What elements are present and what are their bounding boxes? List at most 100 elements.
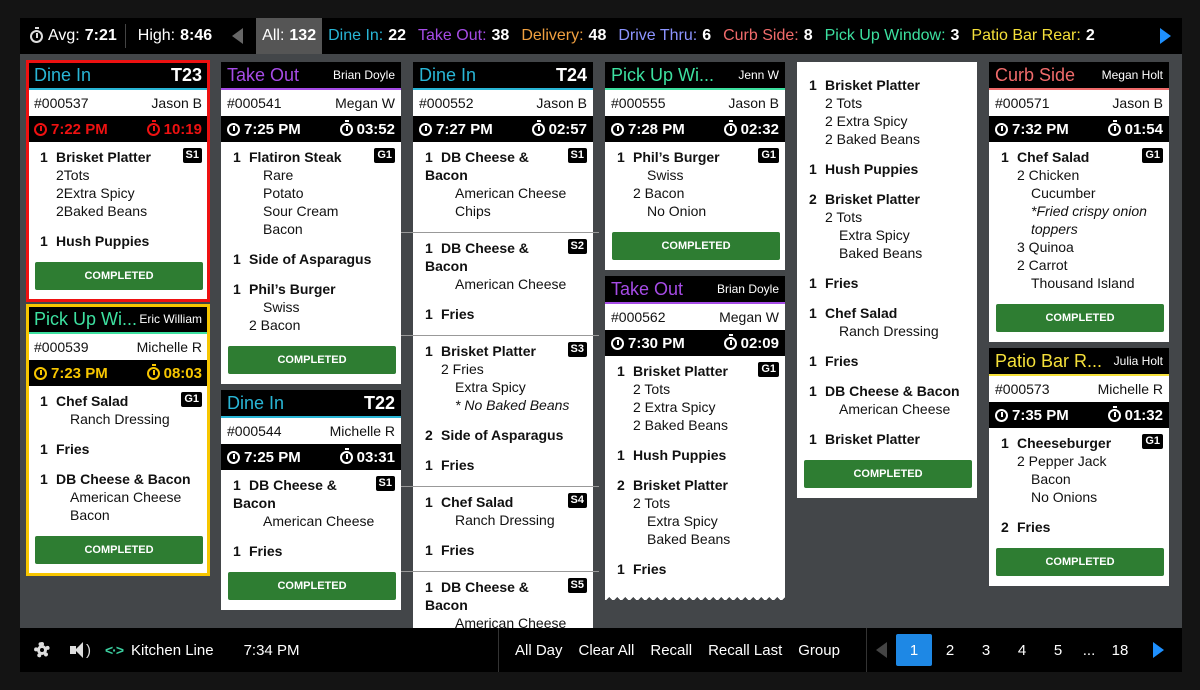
order-ticket[interactable]: Take Out Brian Doyle #000541 Megan W 7:25 PM… (221, 62, 401, 384)
order-time-row: 7:22 PM 10:19 (28, 116, 208, 142)
item-name: DB Cheese & Bacon (56, 471, 191, 487)
page-18[interactable]: 18 (1102, 634, 1138, 666)
item-qty: 1 (425, 457, 433, 473)
item-qty: 1 (617, 149, 625, 165)
clear-all-button[interactable]: Clear All (579, 642, 635, 659)
order-time: 7:32 PM (995, 121, 1069, 138)
gear-icon[interactable] (32, 640, 52, 660)
filters-prev-button[interactable] (218, 28, 256, 44)
filter-patio-bar-rear[interactable]: Patio Bar Rear: 2 (965, 18, 1100, 54)
item-modifier: 2 Bacon (249, 317, 301, 333)
item-qty: 1 (233, 251, 241, 267)
page-3[interactable]: 3 (968, 634, 1004, 666)
order-ticket[interactable]: Dine In T22 #000544 Michelle R 7:25 PM 03:31 1… (221, 390, 401, 610)
filters-next-button[interactable] (1148, 18, 1182, 54)
item-line: 1 DB Cheese & Bacon S1 (233, 476, 395, 512)
item-qty: 1 (809, 305, 817, 321)
order-item: 1 Cheeseburger G1 2 Pepper Jack Bacon No Onio… (1001, 434, 1163, 506)
ticket-torn-edge (605, 594, 785, 600)
order-ticket[interactable]: 1 Brisket Platter 2 Tots 2 Extra Spicy 2 Bak… (797, 62, 977, 498)
ticket-header: Patio Bar R... Julia Holt (989, 348, 1169, 376)
filter-label: Dine In: (328, 27, 384, 44)
item-title: 1 Side of Asparagus (233, 250, 371, 268)
order-ticket[interactable]: Pick Up Wi... Eric William #000539 Michelle… (26, 304, 210, 576)
order-ticket[interactable]: Patio Bar R... Julia Holt #000573 Michelle … (989, 348, 1169, 586)
order-info-row: #000562 Megan W (605, 304, 785, 330)
order-ticket[interactable]: Curb Side Megan Holt #000571 Jason B 7:32 PM… (989, 62, 1169, 342)
filter-take-out[interactable]: Take Out: 38 (412, 18, 515, 54)
item-name: Chef Salad (1017, 149, 1090, 165)
item-title: 1 Brisket Platter (617, 362, 728, 380)
item-name: Hush Puppies (633, 447, 727, 463)
order-item: 1 Brisket Platter G1 2 Tots 2 Extra Spicy 2 B… (617, 362, 779, 434)
item-modifier: Rare (263, 167, 294, 183)
completed-button[interactable]: COMPLETED (228, 346, 396, 374)
order-item: 1 Phil’s Burger Swiss 2 Bacon (233, 280, 395, 334)
order-time-row: 7:35 PM 01:32 (989, 402, 1169, 428)
order-item: 1 Chef Salad S4 Ranch Dressing (425, 493, 587, 529)
item-name: DB Cheese & Bacon (233, 477, 337, 511)
order-time: 7:27 PM (419, 121, 493, 138)
clock-icon (995, 122, 1008, 136)
filter-drive-thru[interactable]: Drive Thru: 6 (612, 18, 717, 54)
filter-pick-up-window[interactable]: Pick Up Window: 3 (819, 18, 966, 54)
filter-all[interactable]: All: 132 (256, 18, 323, 54)
completed-button[interactable]: COMPLETED (35, 262, 203, 290)
filter-dine-in[interactable]: Dine In: 22 (322, 18, 412, 54)
timer-icon (339, 119, 353, 136)
ticket-body: 1 Phil’s Burger G1 Swiss 2 Bacon No Onion COMP… (605, 142, 785, 270)
item-qty: 1 (40, 233, 48, 249)
item-name: Chef Salad (441, 494, 514, 510)
page-1[interactable]: 1 (896, 634, 932, 666)
item-name: Fries (249, 543, 283, 559)
item-title: 2 Side of Asparagus (425, 426, 563, 444)
item-name: Brisket Platter (825, 191, 920, 207)
order-type: Dine In (34, 64, 92, 85)
item-title: 1 Fries (425, 305, 474, 323)
completed-button[interactable]: COMPLETED (996, 548, 1164, 576)
filter-curb-side[interactable]: Curb Side: 8 (717, 18, 819, 54)
customer-name: Brian Doyle (332, 68, 395, 82)
order-time-value: 7:30 PM (628, 334, 685, 352)
order-time: 7:25 PM (227, 449, 301, 466)
avg-value: 7:21 (84, 27, 117, 44)
item-line: 2 Brisket Platter (617, 476, 779, 494)
page-2[interactable]: 2 (932, 634, 968, 666)
item-title: 1 Brisket Platter (425, 342, 536, 360)
order-number: #000544 (227, 423, 282, 439)
item-modifier: 2 Baked Beans (633, 417, 728, 433)
recall-button[interactable]: Recall (650, 642, 692, 659)
recall-last-button[interactable]: Recall Last (708, 642, 782, 659)
speaker-icon[interactable]: ) (70, 642, 91, 659)
item-title: 1 Phil’s Burger (617, 148, 720, 166)
page-4[interactable]: 4 (1004, 634, 1040, 666)
page-next-button[interactable] (1138, 642, 1178, 658)
order-ticket[interactable]: Dine In T24 #000552 Jason B 7:27 PM 02:57 1 DB … (401, 62, 599, 672)
item-name: Brisket Platter (633, 363, 728, 379)
all-day-button[interactable]: All Day (515, 642, 563, 659)
item-name: Fries (825, 353, 859, 369)
page-5[interactable]: 5 (1040, 634, 1076, 666)
order-ticket[interactable]: Dine In T23 #000537 Jason B 7:22 PM 10:19 1 Bri… (26, 60, 210, 302)
filter-delivery[interactable]: Delivery: 48 (515, 18, 612, 54)
completed-button[interactable]: COMPLETED (228, 572, 396, 600)
station-selector[interactable]: <·> Kitchen Line (105, 642, 214, 659)
order-type: Pick Up Wi... (34, 308, 138, 329)
page-prev-button[interactable] (866, 642, 896, 658)
completed-button[interactable]: COMPLETED (612, 232, 780, 260)
completed-button[interactable]: COMPLETED (996, 304, 1164, 332)
item-modifier: 2 Tots (825, 95, 863, 111)
order-ticket[interactable]: Pick Up Wi... Jenn W #000555 Jason B 7:28 PM… (605, 62, 785, 270)
order-item: 1 DB Cheese & Bacon S1 American Cheese (233, 476, 395, 530)
server-name: Jason B (536, 95, 587, 111)
item-line: 1 Brisket Platter (809, 430, 971, 448)
item-qty: 1 (425, 542, 433, 558)
item-modifier: Potato (263, 185, 304, 201)
group-button[interactable]: Group (798, 642, 840, 659)
order-item: 1 Fries (425, 305, 587, 323)
timer-icon (723, 119, 737, 136)
server-name: Jason B (151, 95, 202, 111)
order-ticket[interactable]: Take Out Brian Doyle #000562 Megan W 7:30 PM… (605, 276, 785, 600)
completed-button[interactable]: COMPLETED (35, 536, 203, 564)
completed-button[interactable]: COMPLETED (804, 460, 972, 488)
